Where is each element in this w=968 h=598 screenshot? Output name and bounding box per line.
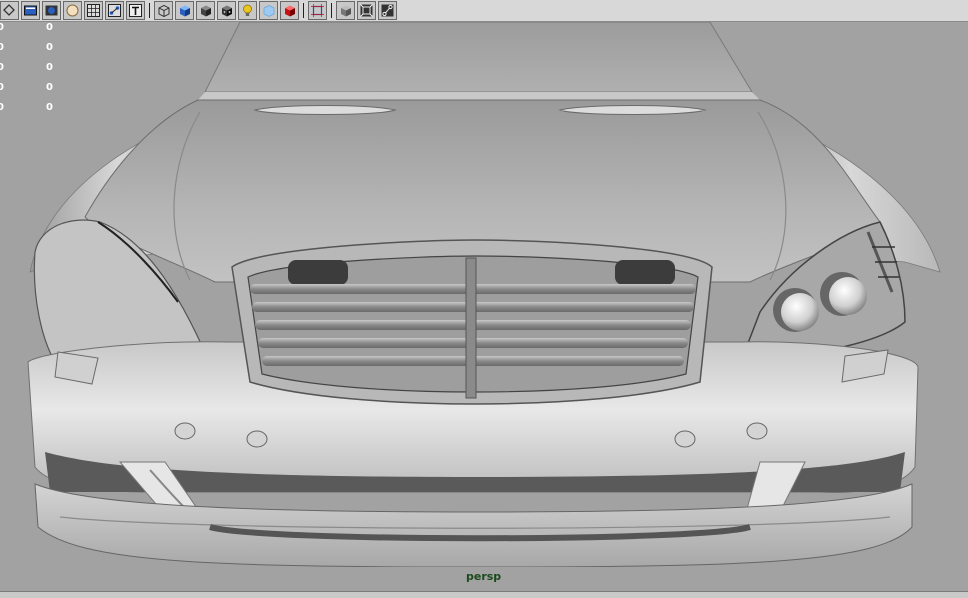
camera-name-label: persp [466,570,502,583]
textured-icon[interactable] [217,1,236,20]
hud-value: 0 [46,62,53,73]
toolbar-separator [329,1,334,20]
viewport-toolbar [0,0,968,22]
hud-label: 0 [0,62,4,73]
hud-row: 0 0 [0,22,60,42]
hud-value: 0 [46,102,53,113]
xray-icon[interactable] [259,1,278,20]
toolbar-separator [301,1,306,20]
hud-row: 0 0 [0,82,60,102]
sphere-object-icon[interactable] [63,1,82,20]
time-slider-ruler[interactable] [0,591,968,598]
perspective-viewport[interactable] [0,22,968,591]
select-tool-icon[interactable] [0,1,19,20]
grid-icon[interactable] [84,1,103,20]
joint-icon[interactable] [378,1,397,20]
car-front-render [0,22,968,591]
toolbar-separator [147,1,152,20]
hud-value: 0 [46,82,53,93]
isolate-select-icon[interactable] [308,1,327,20]
hud-row: 0 0 [0,102,60,122]
red-cube-icon[interactable] [280,1,299,20]
wireframe-cube-icon[interactable] [154,1,173,20]
hud-label: 0 [0,102,4,113]
hud-row: 0 0 [0,42,60,62]
shaded-cube-icon[interactable] [175,1,194,20]
hud-row: 0 0 [0,62,60,82]
hud-label: 0 [0,82,4,93]
light-bulb-icon[interactable] [238,1,257,20]
paint-select-icon[interactable] [42,1,61,20]
hud-value: 0 [46,22,53,33]
hud-poly-count: 0 0 0 0 0 0 0 0 0 0 [0,22,60,122]
snap-curve-icon[interactable] [105,1,124,20]
frame-all-icon[interactable] [357,1,376,20]
hud-label: 0 [0,42,4,53]
hud-label: 0 [0,22,4,33]
maya-app: 0 0 0 0 0 0 0 0 0 0 persp [0,0,968,598]
lasso-tool-icon[interactable] [21,1,40,20]
camera-cube-icon[interactable] [336,1,355,20]
text-tool-icon[interactable] [126,1,145,20]
hud-value: 0 [46,42,53,53]
smooth-shade-icon[interactable] [196,1,215,20]
